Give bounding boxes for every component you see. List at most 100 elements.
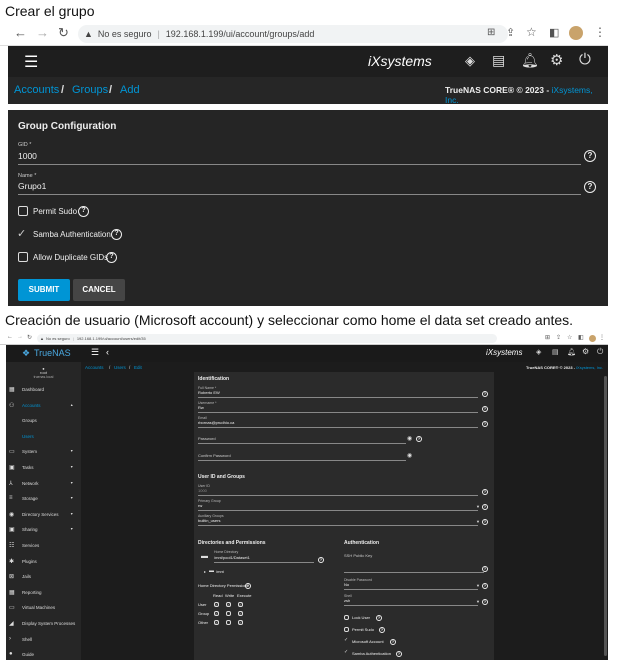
avatar[interactable] [569,26,583,40]
gid-input[interactable]: 1000 [18,151,37,161]
help-icon[interactable]: ? [482,583,488,589]
sidebar-item-accounts[interactable]: ⚇ Accounts ▲ [6,400,81,413]
help-icon[interactable]: ? [111,229,122,240]
forward-icon[interactable]: → [36,25,49,40]
cancel-button[interactable]: CANCEL [73,279,125,301]
help-icon[interactable]: ? [482,519,488,525]
breadcrumb-accounts[interactable]: Accounts [14,84,59,96]
translate-icon[interactable]: ⊞ [487,27,495,38]
breadcrumb-edit[interactable]: Edit [134,365,142,370]
chevron-down-icon[interactable]: ▼ [476,583,480,588]
help-icon[interactable]: ? [584,150,596,162]
password-input[interactable]: Password [198,436,216,441]
uid-input[interactable]: 1000 [198,488,207,493]
perm-checkbox[interactable]: ✓ [238,602,243,607]
sidebar-item-virtual-machines[interactable]: ▭ Virtual Machines [6,602,81,615]
help-icon[interactable]: ? [390,639,396,645]
help-icon[interactable]: ? [245,583,251,589]
email-input[interactable]: rbornas@prudhio.ca [198,420,234,425]
reload-icon[interactable]: ↻ [58,25,69,41]
menu-kebab-icon[interactable]: ⋮ [599,334,605,341]
confirm-password-input[interactable]: Confirm Password [198,453,231,458]
avatar[interactable] [589,335,596,342]
perm-checkbox[interactable]: ✓ [226,602,231,607]
sidebar-item-dashboard[interactable]: ▦ Dashboard [6,384,81,397]
menu-kebab-icon[interactable]: ⋮ [594,25,606,39]
bookmark-icon[interactable]: ☆ [526,25,537,39]
help-icon[interactable]: ? [482,421,488,427]
sidebar-item-reporting[interactable]: ▦ Reporting [6,587,81,600]
chevron-down-icon[interactable]: ▼ [476,599,480,604]
sidepanel-icon[interactable]: ◧ [549,26,559,39]
permit-sudo-checkbox[interactable] [344,627,349,632]
hamburger-icon[interactable]: ☰ [91,347,99,358]
perm-checkbox[interactable]: ✓ [214,611,219,616]
sidebar-item-tasks[interactable]: ▣ Tasks ▼ [6,462,81,475]
breadcrumb-accounts[interactable]: Accounts [85,365,104,370]
name-input[interactable]: Grupo1 [18,181,46,191]
chevron-down-icon[interactable]: ▼ [476,519,480,524]
tasks-clipboard-icon[interactable]: ▤ [552,348,559,356]
samba-auth-checkbox[interactable]: ✓ [344,649,348,655]
sidebar-item-system[interactable]: ▭ System ▼ [6,446,81,459]
shell-select[interactable]: zsh [344,598,350,603]
help-icon[interactable]: ? [482,566,488,572]
microsoft-account-checkbox[interactable]: ✓ [344,637,348,643]
perm-checkbox[interactable]: ✓ [238,611,243,616]
power-icon[interactable]: ⏻ [597,347,603,357]
home-dir-input[interactable]: /mnt/pool1/Dataset1 [214,555,250,560]
sidebar-item-network[interactable]: ⅄ Network ▼ [6,478,81,491]
sidebar-item-sharing[interactable]: ▣ Sharing ▼ [6,524,81,537]
address-bar[interactable]: ▲ No es seguro | 192.168.1.199/ui/accoun… [37,334,497,343]
sidebar-item-shell[interactable]: › Shell [6,634,81,647]
share-icon[interactable]: ⇪ [556,334,561,341]
truecommand-icon[interactable]: ◈ [465,53,475,69]
eye-off-icon[interactable]: ◉ [407,452,412,459]
help-icon[interactable]: ? [482,504,488,510]
reload-icon[interactable]: ↻ [27,334,32,341]
scrollbar[interactable] [604,376,607,656]
help-icon[interactable]: ? [482,406,488,412]
hamburger-icon[interactable]: ☰ [24,52,38,72]
help-icon[interactable]: ? [78,206,89,217]
sidebar-item-jails[interactable]: ⊠ Jails [6,571,81,584]
expand-icon[interactable]: ▸ [204,569,206,574]
breadcrumb-groups[interactable]: Groups [72,84,108,96]
help-icon[interactable]: ? [584,181,596,193]
collapse-chevron-icon[interactable]: ‹ [106,347,109,357]
bookmark-icon[interactable]: ☆ [567,334,572,341]
help-icon[interactable]: ? [482,489,488,495]
aux-groups-select[interactable]: builtin_users [198,518,220,523]
breadcrumb-users[interactable]: Users [114,365,126,370]
help-icon[interactable]: ? [376,615,382,621]
chevron-down-icon[interactable]: ▼ [476,504,480,509]
help-icon[interactable]: ? [482,599,488,605]
perm-checkbox[interactable] [226,620,231,625]
sidebar-item-plugins[interactable]: ✱ Plugins [6,556,81,569]
tree-item-mnt[interactable]: /mnt [216,569,224,574]
back-icon[interactable]: ← [7,334,13,340]
help-icon[interactable]: ? [106,252,117,263]
permit-sudo-checkbox[interactable] [18,206,28,216]
primary-group-select[interactable]: rw [198,503,202,508]
help-icon[interactable]: ? [416,436,422,442]
disable-pw-select[interactable]: No [344,582,349,587]
fullname-input[interactable]: Roberto EW [198,390,220,395]
address-bar[interactable]: ▲ No es seguro | 192.168.1.199/ui/accoun… [78,25,508,43]
help-icon[interactable]: ? [379,627,385,633]
translate-icon[interactable]: ⊞ [545,334,550,341]
help-icon[interactable]: ? [318,557,324,563]
truecommand-icon[interactable]: ◈ [536,348,541,356]
sidebar-item-storage[interactable]: ≡ Storage ▼ [6,493,81,506]
sidebar-item-display-system-processes[interactable]: ◢ Display System Processes [6,618,81,631]
breadcrumb-add[interactable]: Add [120,84,140,96]
help-icon[interactable]: ? [396,651,402,657]
eye-icon[interactable]: ◉ [407,435,412,442]
samba-auth-checkbox[interactable]: ✓ [17,227,26,240]
sidebar-item-users[interactable]: Users [6,431,81,444]
sidebar-item-services[interactable]: ☷ Services [6,540,81,553]
perm-checkbox[interactable]: ✓ [238,620,243,625]
lock-user-checkbox[interactable] [344,615,349,620]
perm-checkbox[interactable] [226,611,231,616]
sidepanel-icon[interactable]: ◧ [578,334,584,341]
